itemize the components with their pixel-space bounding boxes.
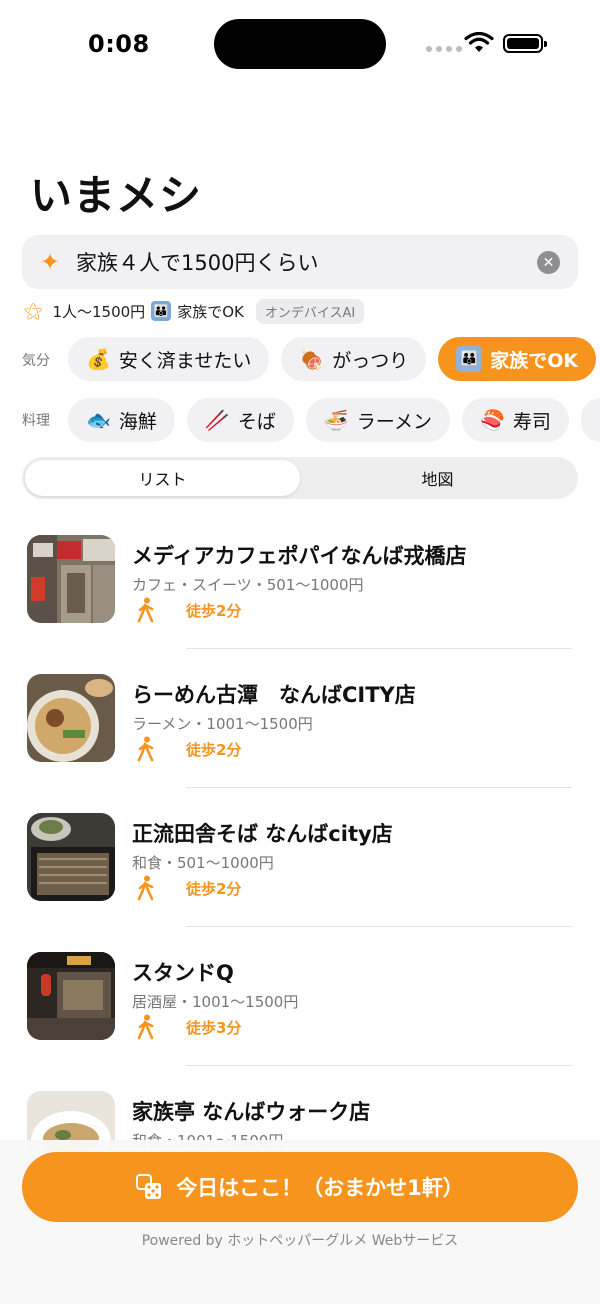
summary-family: 家族でOK (177, 302, 244, 321)
list-item[interactable]: らーめん古潭 なんばCITY店 ラーメン・1001〜1500円 徒歩2分 (0, 649, 600, 788)
walk-time: 徒歩3分 (186, 1019, 242, 1037)
restaurant-photo (27, 535, 115, 623)
money-bag-icon: 💰 (86, 347, 111, 371)
on-device-ai-badge: オンデバイスAI (255, 298, 365, 324)
cuisine-chip-sushi[interactable]: 🍣 寿司 (462, 398, 569, 442)
chip-label: 家族でOK (490, 349, 579, 372)
restaurant-photo (27, 813, 115, 901)
chip-label: 安く済ませたい (118, 349, 252, 372)
chip-label: がっつり (332, 349, 409, 372)
sparkle-icon: ✦ (40, 248, 61, 276)
family-icon: 👪 (151, 301, 172, 321)
restaurant-photo (27, 674, 115, 762)
filter-summary: ⚝ 1人〜1500円 👪 家族でOK オンデバイスAI (24, 297, 365, 325)
list-item[interactable]: メディアカフェポパイなんば戎橋店 カフェ・スイーツ・501〜1000円 徒歩2分 (0, 510, 600, 649)
search-field[interactable]: ✦ 家族４人で1500円くらい ✕ (22, 235, 578, 289)
clear-search-button[interactable]: ✕ (537, 251, 560, 274)
chip-label: 海鮮 (118, 410, 157, 433)
walk-time: 徒歩2分 (186, 602, 242, 620)
restaurant-meta: 居酒屋・1001〜1500円 (132, 993, 299, 1011)
search-query[interactable]: 家族４人で1500円くらい (76, 247, 318, 277)
dice-icon (136, 1174, 162, 1199)
restaurant-name: スタンドQ (132, 961, 234, 985)
walking-icon (137, 597, 154, 623)
chip-label: ラーメン (356, 410, 432, 433)
mood-chip-family[interactable]: 👪 家族でOK (438, 337, 597, 381)
cuisine-chip-more[interactable] (580, 398, 600, 442)
restaurant-name: らーめん古潭 なんばCITY店 (132, 683, 416, 707)
cuisine-chip-soba[interactable]: 🥢 そば (186, 398, 294, 442)
walking-icon (137, 1014, 154, 1040)
restaurant-meta: カフェ・スイーツ・501〜1000円 (132, 576, 364, 594)
cuisine-chips: 🐟 海鮮 🥢 そば 🍜 ラーメン 🍣 寿司 (68, 398, 600, 442)
cuisine-chip-seafood[interactable]: 🐟 海鮮 (68, 398, 175, 442)
restaurant-name: 家族亭 なんばウォーク店 (132, 1100, 371, 1124)
status-time: 0:08 (88, 30, 150, 58)
restaurant-name: メディアカフェポパイなんば戎橋店 (132, 544, 467, 568)
family-icon: 👪 (456, 346, 483, 372)
magic-wand-icon: ⚝ (24, 300, 43, 322)
cuisine-chip-ramen[interactable]: 🍜 ラーメン (305, 398, 450, 442)
chopsticks-icon: 🥢 (204, 408, 230, 432)
walking-icon (137, 875, 154, 901)
dynamic-island (214, 19, 386, 69)
fish-icon: 🐟 (86, 408, 111, 432)
random-pick-button[interactable]: 今日はここ！（おまかせ1軒） (22, 1152, 578, 1222)
sushi-icon: 🍣 (480, 408, 505, 432)
summary-budget: 1人〜1500円 (52, 302, 146, 321)
wifi-icon (464, 32, 494, 52)
cellular-signal-icon (426, 46, 462, 52)
restaurant-meta: 和食・501〜1000円 (132, 854, 274, 872)
walk-time: 徒歩2分 (186, 880, 242, 898)
restaurant-name: 正流田舎そば なんばcity店 (132, 822, 393, 846)
random-pick-label: 今日はここ！（おまかせ1軒） (176, 1176, 464, 1200)
mood-chip-cheap[interactable]: 💰 安く済ませたい (68, 337, 270, 381)
chip-label: そば (237, 410, 276, 433)
list-item[interactable]: スタンドQ 居酒屋・1001〜1500円 徒歩3分 (0, 927, 600, 1066)
powered-by-credit: Powered by ホットペッパーグルメ Webサービス (141, 1233, 459, 1249)
view-segmented-control: リスト 地図 (22, 457, 578, 499)
cuisine-row-label: 料理 (22, 413, 50, 429)
chip-label: 寿司 (512, 410, 551, 433)
restaurant-meta: ラーメン・1001〜1500円 (132, 715, 313, 733)
battery-icon (503, 34, 547, 53)
tab-list[interactable]: リスト (25, 460, 300, 496)
app-title: いまメシ (30, 171, 203, 220)
status-bar: 0:08 (0, 0, 600, 90)
ramen-icon: 🍜 (323, 408, 349, 432)
restaurant-list: メディアカフェポパイなんば戎橋店 カフェ・スイーツ・501〜1000円 徒歩2分… (0, 510, 600, 1205)
walk-time: 徒歩2分 (186, 741, 242, 759)
walking-icon (137, 736, 154, 762)
meat-icon: 🍖 (299, 347, 325, 371)
mood-chips: 💰 安く済ませたい 🍖 がっつり 👪 家族でOK (68, 337, 597, 381)
tab-map[interactable]: 地図 (300, 460, 575, 496)
restaurant-photo (27, 952, 115, 1040)
mood-row-label: 気分 (22, 353, 50, 369)
mood-chip-hearty[interactable]: 🍖 がっつり (281, 337, 427, 381)
list-item[interactable]: 正流田舎そば なんばcity店 和食・501〜1000円 徒歩2分 (0, 788, 600, 927)
